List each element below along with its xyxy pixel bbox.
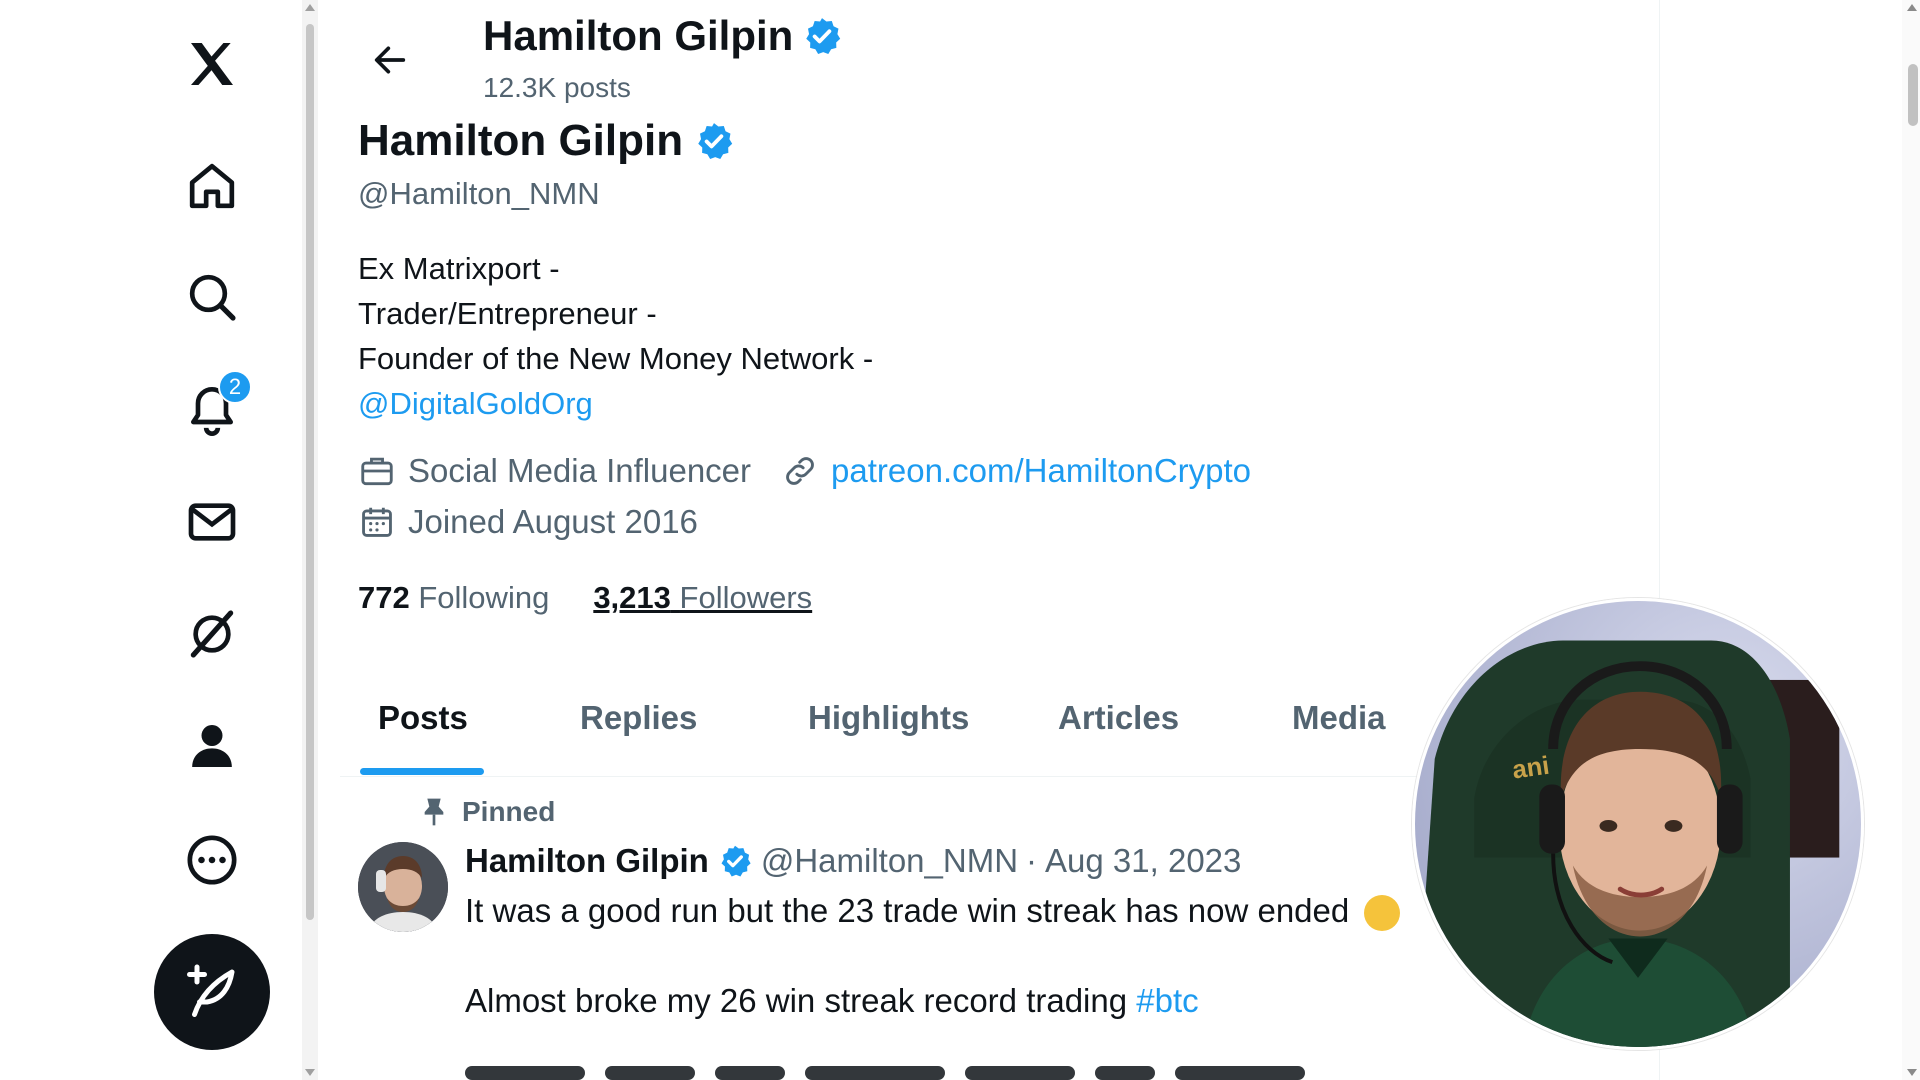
tab-media[interactable]: Media	[1292, 680, 1386, 756]
profile-category: Social Media Influencer	[408, 452, 752, 489]
scrollbar-thumb[interactable]	[1908, 64, 1918, 126]
tweet-header: Hamilton Gilpin @Hamilton_NMN · Aug 31, …	[465, 842, 1241, 880]
nav-explore[interactable]	[182, 267, 242, 327]
avatar-image	[358, 842, 448, 932]
nav-notifications[interactable]: 2	[182, 370, 252, 438]
following-link[interactable]: 772 Following	[358, 580, 549, 616]
svg-text:ani: ani	[1511, 752, 1552, 785]
verified-badge-icon	[721, 845, 751, 877]
sidebar-scrollbar[interactable]	[302, 0, 318, 1080]
header-posts-count: 12.3K posts	[483, 72, 631, 103]
followers-count: 3,213	[593, 580, 671, 615]
webcam-overlay: ani	[1412, 598, 1864, 1050]
bio-line: Trader/Entrepreneur -	[358, 296, 657, 331]
profile-meta-row: Social Media Influencer patreon.com/Hami…	[358, 452, 1251, 490]
back-arrow-icon	[374, 46, 406, 74]
tweet-text-cutoff	[465, 1066, 1495, 1080]
nav-grok[interactable]	[182, 604, 242, 664]
bio-line: Ex Matrixport -	[358, 251, 560, 286]
calendar-icon	[362, 507, 392, 537]
pinned-label: Pinned	[420, 796, 555, 828]
home-icon	[189, 163, 235, 209]
profile-bio: Ex Matrixport - Trader/Entrepreneur - Fo…	[358, 246, 873, 426]
profile-handle: @Hamilton_NMN	[358, 176, 600, 211]
x-logo-link[interactable]	[182, 34, 242, 94]
following-label: Following	[418, 580, 550, 615]
tweet-line-2: Almost broke my 26 win streak record tra…	[465, 982, 1128, 1019]
compose-post-icon	[187, 964, 235, 1017]
scroll-up-arrow-icon[interactable]	[1907, 4, 1917, 11]
verified-badge-icon	[806, 18, 841, 55]
pinned-text: Pinned	[462, 796, 556, 827]
nav-messages[interactable]	[182, 492, 242, 552]
tweet-author-avatar[interactable]	[358, 842, 448, 932]
x-logo-icon	[191, 43, 233, 85]
tweet-text-line: It was a good run but the 23 trade win s…	[465, 892, 1401, 932]
webcam-person-image: ani	[1415, 601, 1861, 1047]
scroll-up-arrow-icon[interactable]	[305, 4, 315, 11]
grok-icon	[190, 610, 234, 658]
tweet-separator: ·	[1026, 842, 1038, 879]
tab-highlights[interactable]: Highlights	[808, 680, 969, 756]
page-scrollbar[interactable]	[1902, 0, 1920, 1080]
person-icon	[192, 725, 232, 767]
emoji-icon	[1364, 895, 1401, 932]
scrollbar-thumb[interactable]	[306, 24, 314, 920]
follow-stats: 772 Following 3,213 Followers	[358, 580, 812, 616]
scroll-down-arrow-icon[interactable]	[305, 1069, 315, 1076]
verified-badge-icon	[698, 123, 733, 160]
profile-meta-row: Joined August 2016	[358, 503, 698, 541]
back-button[interactable]	[360, 30, 420, 90]
profile-joined-date: Joined August 2016	[408, 503, 698, 540]
mail-icon	[188, 503, 236, 541]
tweet-line-1: It was a good run but the 23 trade win s…	[465, 892, 1350, 929]
header-title: Hamilton Gilpin	[483, 12, 843, 60]
search-icon	[189, 274, 236, 321]
compose-post-button[interactable]	[154, 934, 270, 1050]
scroll-down-arrow-icon[interactable]	[1907, 1069, 1917, 1076]
nav-home[interactable]	[182, 156, 242, 216]
tweet-text-line: Almost broke my 26 win streak record tra…	[465, 982, 1199, 1020]
more-circle-icon	[187, 835, 237, 885]
notifications-badge: 2	[218, 370, 252, 404]
tab-replies[interactable]: Replies	[580, 680, 697, 756]
tab-posts[interactable]: Posts	[378, 680, 468, 756]
tweet-hashtag-link[interactable]: #btc	[1136, 982, 1198, 1019]
following-count: 772	[358, 580, 410, 615]
briefcase-icon	[361, 457, 393, 486]
tweet-author-name[interactable]: Hamilton Gilpin	[465, 842, 709, 880]
bio-mention-link[interactable]: @DigitalGoldOrg	[358, 381, 873, 426]
profile-tabs: Posts Replies Highlights Articles Media	[358, 680, 1478, 776]
followers-link[interactable]: 3,213 Followers	[593, 580, 812, 616]
header-name: Hamilton Gilpin	[483, 12, 794, 59]
pin-icon	[424, 798, 444, 826]
sidebar-nav: 2	[0, 0, 300, 1080]
tab-articles[interactable]: Articles	[1058, 680, 1179, 756]
profile-name: Hamilton Gilpin	[358, 116, 684, 165]
link-icon	[786, 457, 814, 485]
tweet-author-handle[interactable]: @Hamilton_NMN	[761, 842, 1018, 880]
bio-line: Founder of the New Money Network -	[358, 341, 874, 376]
profile-name-row: Hamilton Gilpin	[358, 116, 735, 166]
nav-profile[interactable]	[182, 716, 242, 776]
tweet-date[interactable]: Aug 31, 2023	[1045, 842, 1241, 880]
profile-website-link[interactable]: patreon.com/HamiltonCrypto	[831, 452, 1251, 490]
followers-label: Followers	[679, 580, 813, 615]
nav-more[interactable]	[182, 830, 242, 890]
active-tab-indicator	[360, 768, 484, 775]
